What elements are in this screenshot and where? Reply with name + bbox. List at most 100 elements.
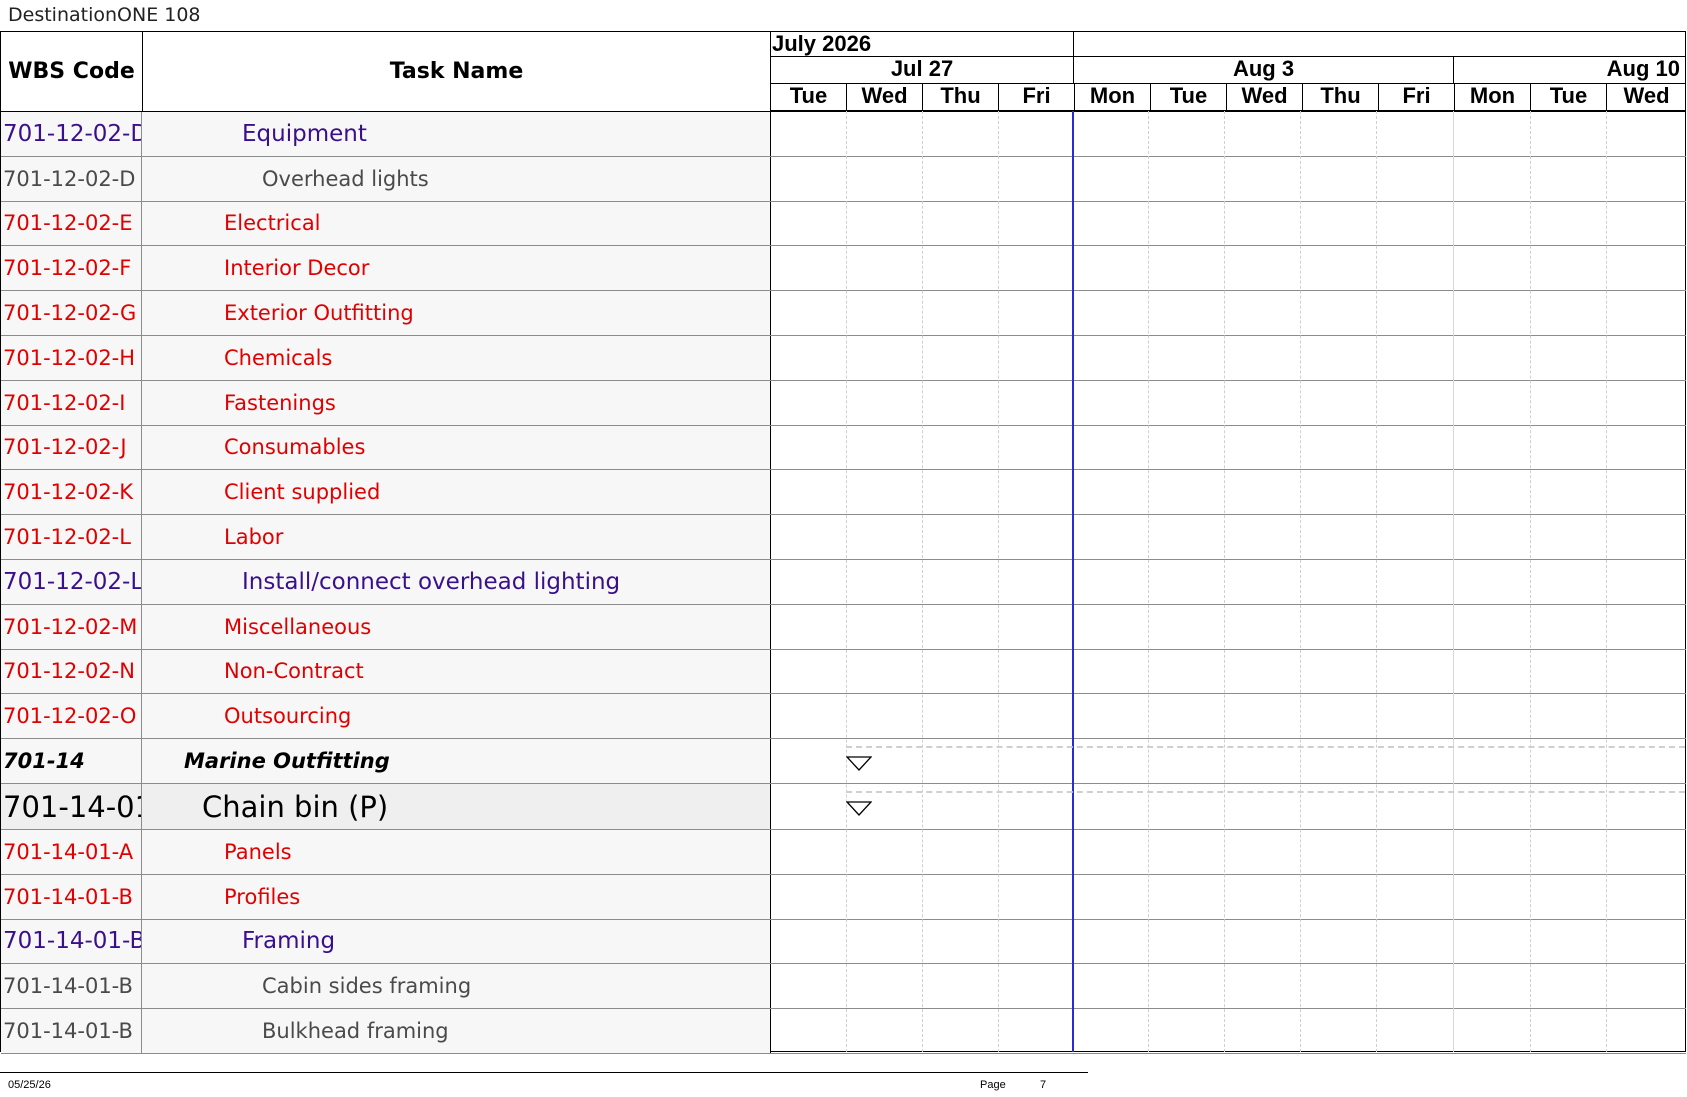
summary-marker-icon[interactable] <box>846 801 872 817</box>
table-row[interactable]: 701-12-02-E Electrical <box>1 201 1686 247</box>
timeline-cell[interactable] <box>771 470 1686 514</box>
task-name-cell[interactable]: Interior Decor <box>142 246 771 291</box>
timeline-cell[interactable] <box>771 381 1686 425</box>
week-label: Aug 3 <box>1074 57 1454 84</box>
summary-marker-icon[interactable] <box>846 756 872 772</box>
task-name-column-header[interactable]: Task Name <box>143 32 771 111</box>
wbs-code-cell[interactable]: 701-14 <box>1 739 142 783</box>
task-name-cell[interactable]: Fastenings <box>142 380 771 425</box>
task-name-cell[interactable]: Framing <box>142 919 771 964</box>
month-label-empty <box>1074 32 1686 57</box>
wbs-code-cell[interactable]: 701-12-02-L 01 <box>1 560 142 604</box>
week-label: Jul 27 <box>771 57 1074 84</box>
task-name-cell[interactable]: Chemicals <box>142 336 771 380</box>
day-label: Wed <box>847 84 923 111</box>
timeline-cell[interactable] <box>771 560 1686 604</box>
task-name-cell[interactable]: Miscellaneous <box>142 604 771 649</box>
table-row[interactable]: 701-12-02-L Labor <box>1 515 1686 560</box>
day-label: Mon <box>1455 84 1531 111</box>
timeline-header: July 2026 Jul 27 Aug 3 Aug 10 Tue Wed Thu Fri Mo… <box>771 32 1686 111</box>
table-row[interactable]: 701-12-02-G Exterior Outfitting <box>1 291 1686 336</box>
day-grid-line <box>1376 111 1377 1052</box>
timeline-cell[interactable] <box>771 830 1686 874</box>
footer-divider <box>0 1072 1088 1073</box>
wbs-code-cell[interactable]: 701-14-01-A <box>1 830 142 874</box>
table-row[interactable]: 701-12-02-D 01Overhead lights <box>1 156 1686 202</box>
timeline-cell[interactable] <box>771 202 1686 246</box>
day-grid-line <box>1606 111 1607 1052</box>
wbs-code-cell[interactable]: 701-12-02-M <box>1 604 142 649</box>
table-row[interactable]: 701-12-02-K Client supplied <box>1 470 1686 516</box>
day-grid-line <box>922 111 923 1052</box>
task-name-cell[interactable]: Labor <box>142 515 771 559</box>
timeline-cell[interactable] <box>771 920 1686 964</box>
timeline-cell[interactable] <box>771 426 1686 470</box>
timeline-cell[interactable] <box>771 964 1686 1008</box>
wbs-code-cell[interactable]: 701-12-02-K <box>1 470 142 515</box>
table-row[interactable]: 701-12-02-H Chemicals <box>1 336 1686 381</box>
task-name-cell[interactable]: Panels <box>142 830 771 874</box>
task-name-cell[interactable]: Outsourcing <box>142 694 771 739</box>
wbs-code-cell[interactable]: 701-14-01-B 01 <box>1 919 142 964</box>
wbs-code-cell[interactable]: 701-12-02-D 01 <box>1 156 142 201</box>
wbs-code-cell[interactable]: 701-12-02-I <box>1 380 142 425</box>
timeline-cell[interactable] <box>771 875 1686 919</box>
task-name-cell[interactable]: Chain bin (P) <box>142 784 771 829</box>
wbs-code-cell[interactable]: 701-14-01-B <box>1 874 142 919</box>
wbs-code-cell[interactable]: 701-12-02-G <box>1 291 142 335</box>
summary-bar-line <box>846 791 1685 793</box>
table-row[interactable]: 701-12-02-J Consumables <box>1 425 1686 471</box>
table-row[interactable]: 701-14-01-B 01Bulkhead framing <box>1 1009 1686 1054</box>
table-row[interactable]: 701-14-01-B 01Cabin sides framing <box>1 964 1686 1010</box>
table-row[interactable]: 701-12-02-O Outsourcing <box>1 694 1686 740</box>
table-row[interactable]: 701-12-02-I Fastenings <box>1 380 1686 426</box>
task-name-cell[interactable]: Client supplied <box>142 470 771 515</box>
timeline-cell[interactable] <box>771 246 1686 290</box>
wbs-code-cell[interactable]: 701-12-02-H <box>1 336 142 380</box>
wbs-code-cell[interactable]: 701-12-02-F <box>1 246 142 291</box>
wbs-code-cell[interactable]: 701-12-02-N <box>1 649 142 694</box>
timeline-cell[interactable] <box>771 650 1686 694</box>
wbs-code-cell[interactable]: 701-14-01-B 01 <box>1 964 142 1009</box>
timeline-cell[interactable] <box>771 515 1686 559</box>
task-name-cell[interactable]: Consumables <box>142 425 771 470</box>
table-row[interactable]: 701-14-01-B 01Framing <box>1 919 1686 965</box>
table-row[interactable]: 701-12-02-M Miscellaneous <box>1 604 1686 650</box>
task-name-cell[interactable]: Bulkhead framing <box>142 1009 771 1053</box>
day-label: Tue <box>1151 84 1227 111</box>
wbs-code-cell[interactable]: 701-12-02-J <box>1 425 142 470</box>
table-row[interactable]: 701-14-01-A Panels <box>1 830 1686 875</box>
day-grid-line <box>846 111 847 1052</box>
task-name-cell[interactable]: Overhead lights <box>142 156 771 201</box>
table-row[interactable]: 701-14-01-B Profiles <box>1 874 1686 920</box>
timeline-cell[interactable] <box>771 336 1686 380</box>
task-name-cell[interactable]: Non-Contract <box>142 649 771 694</box>
timeline-cell[interactable] <box>771 1009 1686 1053</box>
week-label: Aug 10 <box>1454 57 1686 84</box>
wbs-code-cell[interactable]: 701-12-02-E <box>1 201 142 246</box>
wbs-code-cell[interactable]: 701-12-02-D <box>1 112 142 156</box>
wbs-code-cell[interactable]: 701-12-02-L <box>1 515 142 559</box>
wbs-code-cell[interactable]: 701-14-01 <box>1 784 142 829</box>
table-row[interactable]: 701-12-02-D Equipment <box>1 112 1686 157</box>
table-row[interactable]: 701-12-02-N Non-Contract <box>1 649 1686 695</box>
task-name-cell[interactable]: Marine Outfitting <box>142 739 771 783</box>
task-name-cell[interactable]: Cabin sides framing <box>142 964 771 1009</box>
wbs-code-column-header[interactable]: WBS Code <box>1 32 143 111</box>
task-name-cell[interactable]: Install/connect overhead lighting <box>142 560 771 604</box>
task-name-cell[interactable]: Equipment <box>142 112 771 156</box>
timeline-cell[interactable] <box>771 605 1686 649</box>
day-grid-line <box>1224 111 1225 1052</box>
timeline-cell[interactable] <box>771 291 1686 335</box>
day-label: Wed <box>1227 84 1303 111</box>
timeline-cell[interactable] <box>771 694 1686 738</box>
timeline-cell[interactable] <box>771 157 1686 201</box>
wbs-code-cell[interactable]: 701-12-02-O <box>1 694 142 739</box>
task-name-cell[interactable]: Exterior Outfitting <box>142 291 771 335</box>
timeline-cell[interactable] <box>771 112 1686 156</box>
table-row[interactable]: 701-12-02-L 01Install/connect overhead l… <box>1 560 1686 605</box>
wbs-code-cell[interactable]: 701-14-01-B 01 <box>1 1009 142 1053</box>
task-name-cell[interactable]: Electrical <box>142 201 771 246</box>
task-name-cell[interactable]: Profiles <box>142 874 771 919</box>
table-row[interactable]: 701-12-02-F Interior Decor <box>1 246 1686 292</box>
